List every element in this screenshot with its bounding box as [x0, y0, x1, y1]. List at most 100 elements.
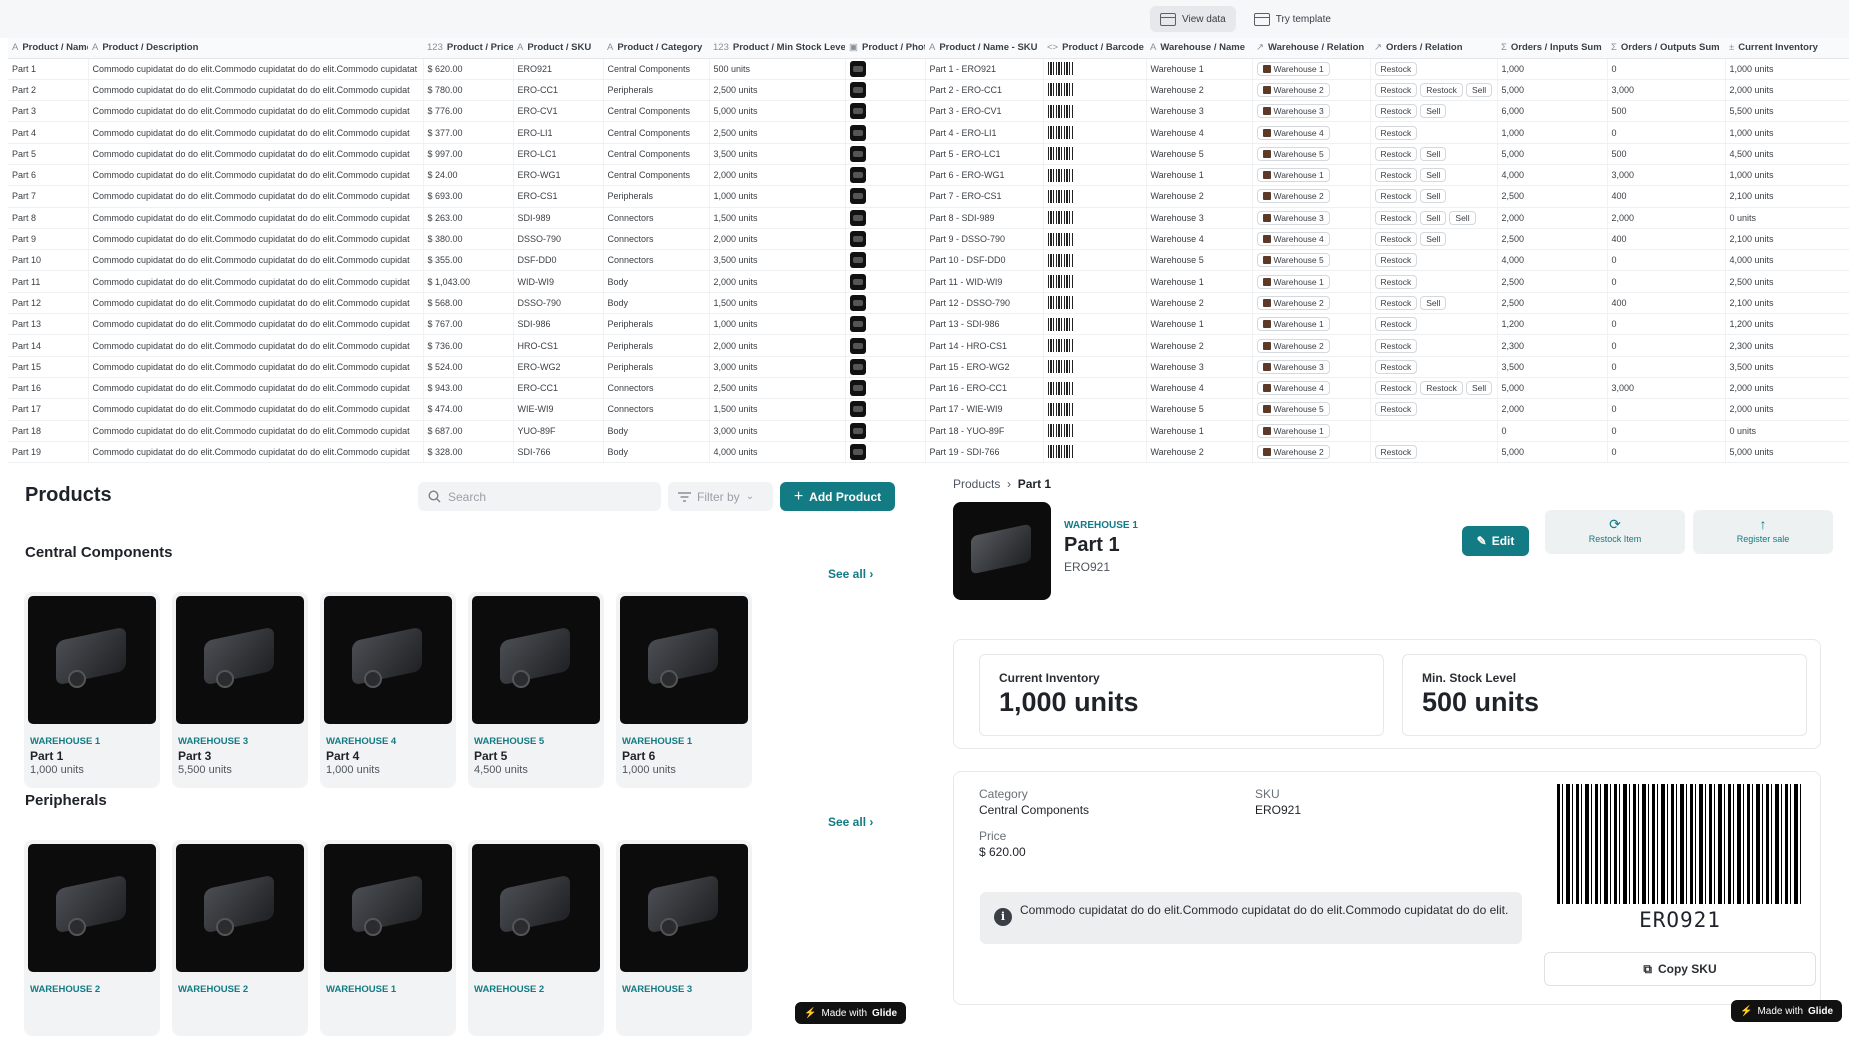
- table-row[interactable]: Part 1 Commodo cupidatat do do elit.Commo…: [8, 58, 1849, 80]
- cell-namesku[interactable]: Part 9 - DSSO-790: [925, 228, 1044, 251]
- cell-current-inventory[interactable]: 2,100 units: [1725, 228, 1849, 251]
- filter-dropdown[interactable]: Filter by ⌄: [668, 482, 773, 511]
- order-chip[interactable]: Sell: [1420, 189, 1447, 204]
- cell-sku[interactable]: ERO-WG1: [513, 164, 604, 187]
- cell-desc[interactable]: Commodo cupidatat do do elit.Commodo cup…: [88, 398, 424, 421]
- column-header[interactable]: ± Current Inventory: [1725, 38, 1849, 59]
- order-chip[interactable]: Restock: [1374, 146, 1418, 161]
- cell-warehouse[interactable]: Warehouse 4: [1146, 377, 1253, 400]
- table-row[interactable]: Part 4 Commodo cupidatat do do elit.Commo…: [8, 121, 1849, 144]
- cell-warehouse[interactable]: Warehouse 2: [1146, 292, 1253, 315]
- cell-cat[interactable]: Connectors: [603, 398, 710, 421]
- cell-warehouse-relation[interactable]: Warehouse 1: [1252, 58, 1371, 80]
- cell-barcode[interactable]: [1043, 185, 1147, 208]
- table-row[interactable]: Part 17 Commodo cupidatat do do elit.Comm…: [8, 398, 1849, 421]
- cell-barcode[interactable]: [1043, 420, 1147, 442]
- warehouse-chip[interactable]: Warehouse 2: [1256, 295, 1330, 310]
- cell-warehouse[interactable]: Warehouse 4: [1146, 121, 1253, 144]
- warehouse-chip[interactable]: Warehouse 1: [1256, 274, 1330, 289]
- cell-barcode[interactable]: [1043, 377, 1147, 400]
- cell-cat[interactable]: Peripherals: [603, 334, 710, 357]
- order-chip[interactable]: Sell: [1465, 82, 1493, 97]
- cell-price[interactable]: $ 943.00: [423, 377, 514, 400]
- cell-inputs-sum[interactable]: 1,000: [1497, 58, 1608, 80]
- cell-desc[interactable]: Commodo cupidatat do do elit.Commodo cup…: [88, 313, 424, 336]
- cell-namesku[interactable]: Part 15 - ERO-WG2: [925, 356, 1044, 378]
- view-data-button[interactable]: View data: [1150, 6, 1236, 32]
- cell-current-inventory[interactable]: 2,100 units: [1725, 185, 1849, 208]
- column-header[interactable]: 123 Product / Min Stock Level: [709, 38, 845, 59]
- cell-price[interactable]: $ 776.00: [423, 100, 514, 123]
- cell-outputs-sum[interactable]: 400: [1607, 292, 1726, 315]
- cell-name[interactable]: Part 8: [8, 207, 89, 229]
- made-with-glide-badge[interactable]: ⚡ Made with Glide: [1731, 1000, 1843, 1022]
- order-chip[interactable]: Restock: [1374, 232, 1418, 247]
- table-row[interactable]: Part 18 Commodo cupidatat do do elit.Comm…: [8, 420, 1849, 442]
- cell-inputs-sum[interactable]: 2,500: [1497, 228, 1608, 251]
- try-template-button[interactable]: Try template: [1244, 6, 1341, 32]
- cell-current-inventory[interactable]: 2,300 units: [1725, 334, 1849, 357]
- cell-name[interactable]: Part 11: [8, 270, 89, 293]
- cell-price[interactable]: $ 328.00: [423, 441, 514, 464]
- cell-photo[interactable]: [845, 228, 926, 251]
- cell-orders-relation[interactable]: Restock: [1370, 249, 1498, 272]
- cell-orders-relation[interactable]: Restock Sell: [1370, 100, 1498, 123]
- table-row[interactable]: Part 9 Commodo cupidatat do do elit.Commo…: [8, 228, 1849, 251]
- cell-sku[interactable]: WID-WI9: [513, 270, 604, 293]
- product-card[interactable]: WAREHOUSE 2: [24, 840, 160, 1036]
- cell-min[interactable]: 2,500 units: [709, 377, 846, 400]
- cell-sku[interactable]: YUO-89F: [513, 420, 604, 442]
- order-chip[interactable]: Sell: [1465, 381, 1493, 396]
- cell-warehouse-relation[interactable]: Warehouse 3: [1252, 207, 1371, 229]
- cell-orders-relation[interactable]: Restock Restock Sell: [1370, 79, 1498, 102]
- cell-outputs-sum[interactable]: 3,000: [1607, 79, 1726, 102]
- cell-current-inventory[interactable]: 1,000 units: [1725, 164, 1849, 187]
- table-row[interactable]: Part 11 Commodo cupidatat do do elit.Comm…: [8, 270, 1849, 293]
- cell-namesku[interactable]: Part 13 - SDI-986: [925, 313, 1044, 336]
- cell-photo[interactable]: [845, 249, 926, 272]
- cell-warehouse-relation[interactable]: Warehouse 1: [1252, 270, 1371, 293]
- cell-min[interactable]: 3,000 units: [709, 356, 846, 378]
- cell-desc[interactable]: Commodo cupidatat do do elit.Commodo cup…: [88, 143, 424, 165]
- cell-cat[interactable]: Peripherals: [603, 79, 710, 102]
- cell-min[interactable]: 3,500 units: [709, 143, 846, 165]
- cell-photo[interactable]: [845, 270, 926, 293]
- cell-name[interactable]: Part 10: [8, 249, 89, 272]
- cell-photo[interactable]: [845, 58, 926, 80]
- order-chip[interactable]: Restock: [1374, 381, 1418, 396]
- cell-price[interactable]: $ 767.00: [423, 313, 514, 336]
- cell-cat[interactable]: Body: [603, 292, 710, 315]
- cell-barcode[interactable]: [1043, 334, 1147, 357]
- cell-outputs-sum[interactable]: 0: [1607, 356, 1726, 378]
- see-all-peripherals-link[interactable]: See all ›: [828, 815, 873, 829]
- cell-inputs-sum[interactable]: 5,000: [1497, 79, 1608, 102]
- cell-orders-relation[interactable]: Restock: [1370, 121, 1498, 144]
- cell-cat[interactable]: Body: [603, 441, 710, 464]
- warehouse-chip[interactable]: Warehouse 1: [1256, 423, 1330, 438]
- cell-sku[interactable]: ERO-CC1: [513, 79, 604, 102]
- cell-name[interactable]: Part 2: [8, 79, 89, 102]
- cell-warehouse-relation[interactable]: Warehouse 2: [1252, 185, 1371, 208]
- cell-photo[interactable]: [845, 185, 926, 208]
- column-header[interactable]: A Product / Category: [603, 38, 709, 59]
- cell-name[interactable]: Part 16: [8, 377, 89, 400]
- cell-warehouse[interactable]: Warehouse 2: [1146, 79, 1253, 102]
- cell-current-inventory[interactable]: 2,100 units: [1725, 292, 1849, 315]
- cell-current-inventory[interactable]: 2,000 units: [1725, 377, 1849, 400]
- cell-warehouse-relation[interactable]: Warehouse 4: [1252, 377, 1371, 400]
- table-row[interactable]: Part 8 Commodo cupidatat do do elit.Commo…: [8, 207, 1849, 229]
- cell-cat[interactable]: Body: [603, 420, 710, 442]
- column-header[interactable]: 123 Product / Price: [423, 38, 513, 59]
- cell-warehouse[interactable]: Warehouse 3: [1146, 356, 1253, 378]
- cell-warehouse[interactable]: Warehouse 1: [1146, 58, 1253, 80]
- cell-inputs-sum[interactable]: 5,000: [1497, 377, 1608, 400]
- cell-warehouse-relation[interactable]: Warehouse 5: [1252, 398, 1371, 421]
- cell-name[interactable]: Part 9: [8, 228, 89, 251]
- cell-desc[interactable]: Commodo cupidatat do do elit.Commodo cup…: [88, 356, 424, 378]
- cell-photo[interactable]: [845, 334, 926, 357]
- product-card[interactable]: WAREHOUSE 1: [320, 840, 456, 1036]
- cell-cat[interactable]: Central Components: [603, 164, 710, 187]
- search-input[interactable]: Search: [418, 482, 661, 511]
- cell-warehouse[interactable]: Warehouse 2: [1146, 441, 1253, 464]
- cell-min[interactable]: 2,000 units: [709, 270, 846, 293]
